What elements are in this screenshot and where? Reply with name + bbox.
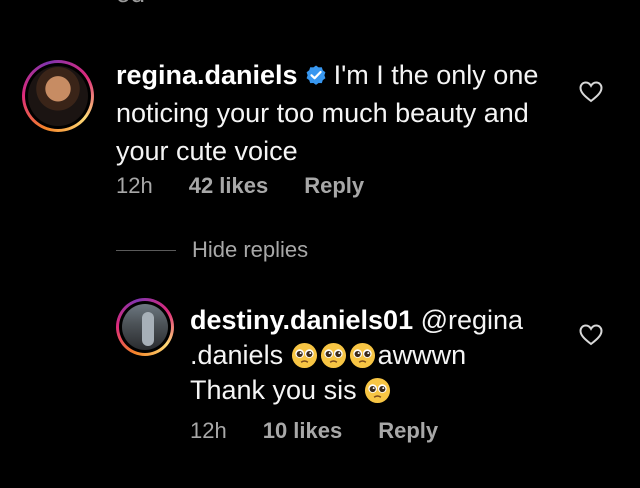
reply-mention-part1[interactable]: @regina [421,305,523,335]
hide-replies-button[interactable]: Hide replies [116,237,308,263]
comment-username[interactable]: regina.daniels [116,60,298,90]
heart-outline-icon[interactable] [579,81,603,103]
reply-button[interactable]: Reply [304,173,364,199]
comment-line-2: noticing your too much beauty and [116,98,529,128]
comment-line-3: your cute voice [116,136,298,166]
hide-replies-label: Hide replies [192,237,309,262]
avatar-photo [28,66,88,126]
comment-time: 12h [116,173,153,198]
reply-button[interactable]: Reply [378,418,438,444]
comment-likes[interactable]: 42 likes [189,173,269,199]
reply-meta: 12h 10 likes Reply [190,418,438,444]
reply-time: 12h [190,418,227,443]
pleading-face-emoji-icon [349,342,375,369]
pleading-face-emoji-icon [291,342,317,369]
pleading-face-emoji-icon [320,342,346,369]
avatar[interactable] [116,298,174,356]
comment-meta: 12h 42 likes Reply [116,173,364,199]
reply-mention-part2[interactable]: .daniels [190,340,283,370]
avatar[interactable] [22,60,94,132]
verified-badge-icon [306,65,325,85]
reply-text: destiny.daniels01 @regina .daniels awwwn… [190,303,570,408]
heart-outline-icon[interactable] [579,324,603,346]
avatar-photo [122,304,168,350]
comment-line-1: I'm I the only one [333,60,539,90]
reply-likes[interactable]: 10 likes [263,418,343,444]
divider-line [116,249,176,251]
reply-line-3: Thank you sis [190,375,357,405]
comment-text: regina.daniels I'm I the only one notici… [116,56,576,170]
reply-after-emojis: awwwn [377,340,467,370]
pleading-face-emoji-icon [365,377,391,404]
previous-comment-cutoff-text: od [116,0,145,6]
reply-username[interactable]: destiny.daniels01 [190,305,413,335]
